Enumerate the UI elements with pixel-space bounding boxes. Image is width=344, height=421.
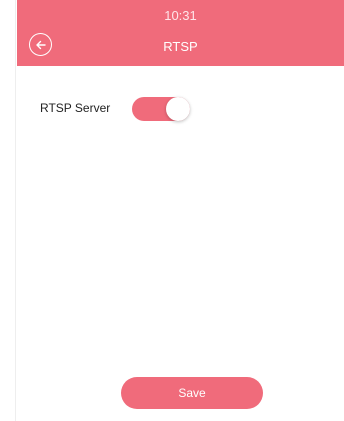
save-button[interactable]: Save	[121, 377, 263, 409]
toggle-knob	[166, 97, 190, 121]
rtsp-server-toggle[interactable]	[132, 97, 190, 121]
status-bar-time: 10:31	[164, 8, 197, 23]
left-edge-divider	[15, 0, 16, 421]
page-title: RTSP	[163, 39, 198, 54]
app-header: 10:31 RTSP	[17, 0, 344, 66]
settings-content: RTSP Server Save	[17, 66, 344, 421]
screen: 10:31 RTSP RTSP Server Save	[0, 0, 344, 421]
rtsp-server-label: RTSP Server	[40, 101, 111, 115]
